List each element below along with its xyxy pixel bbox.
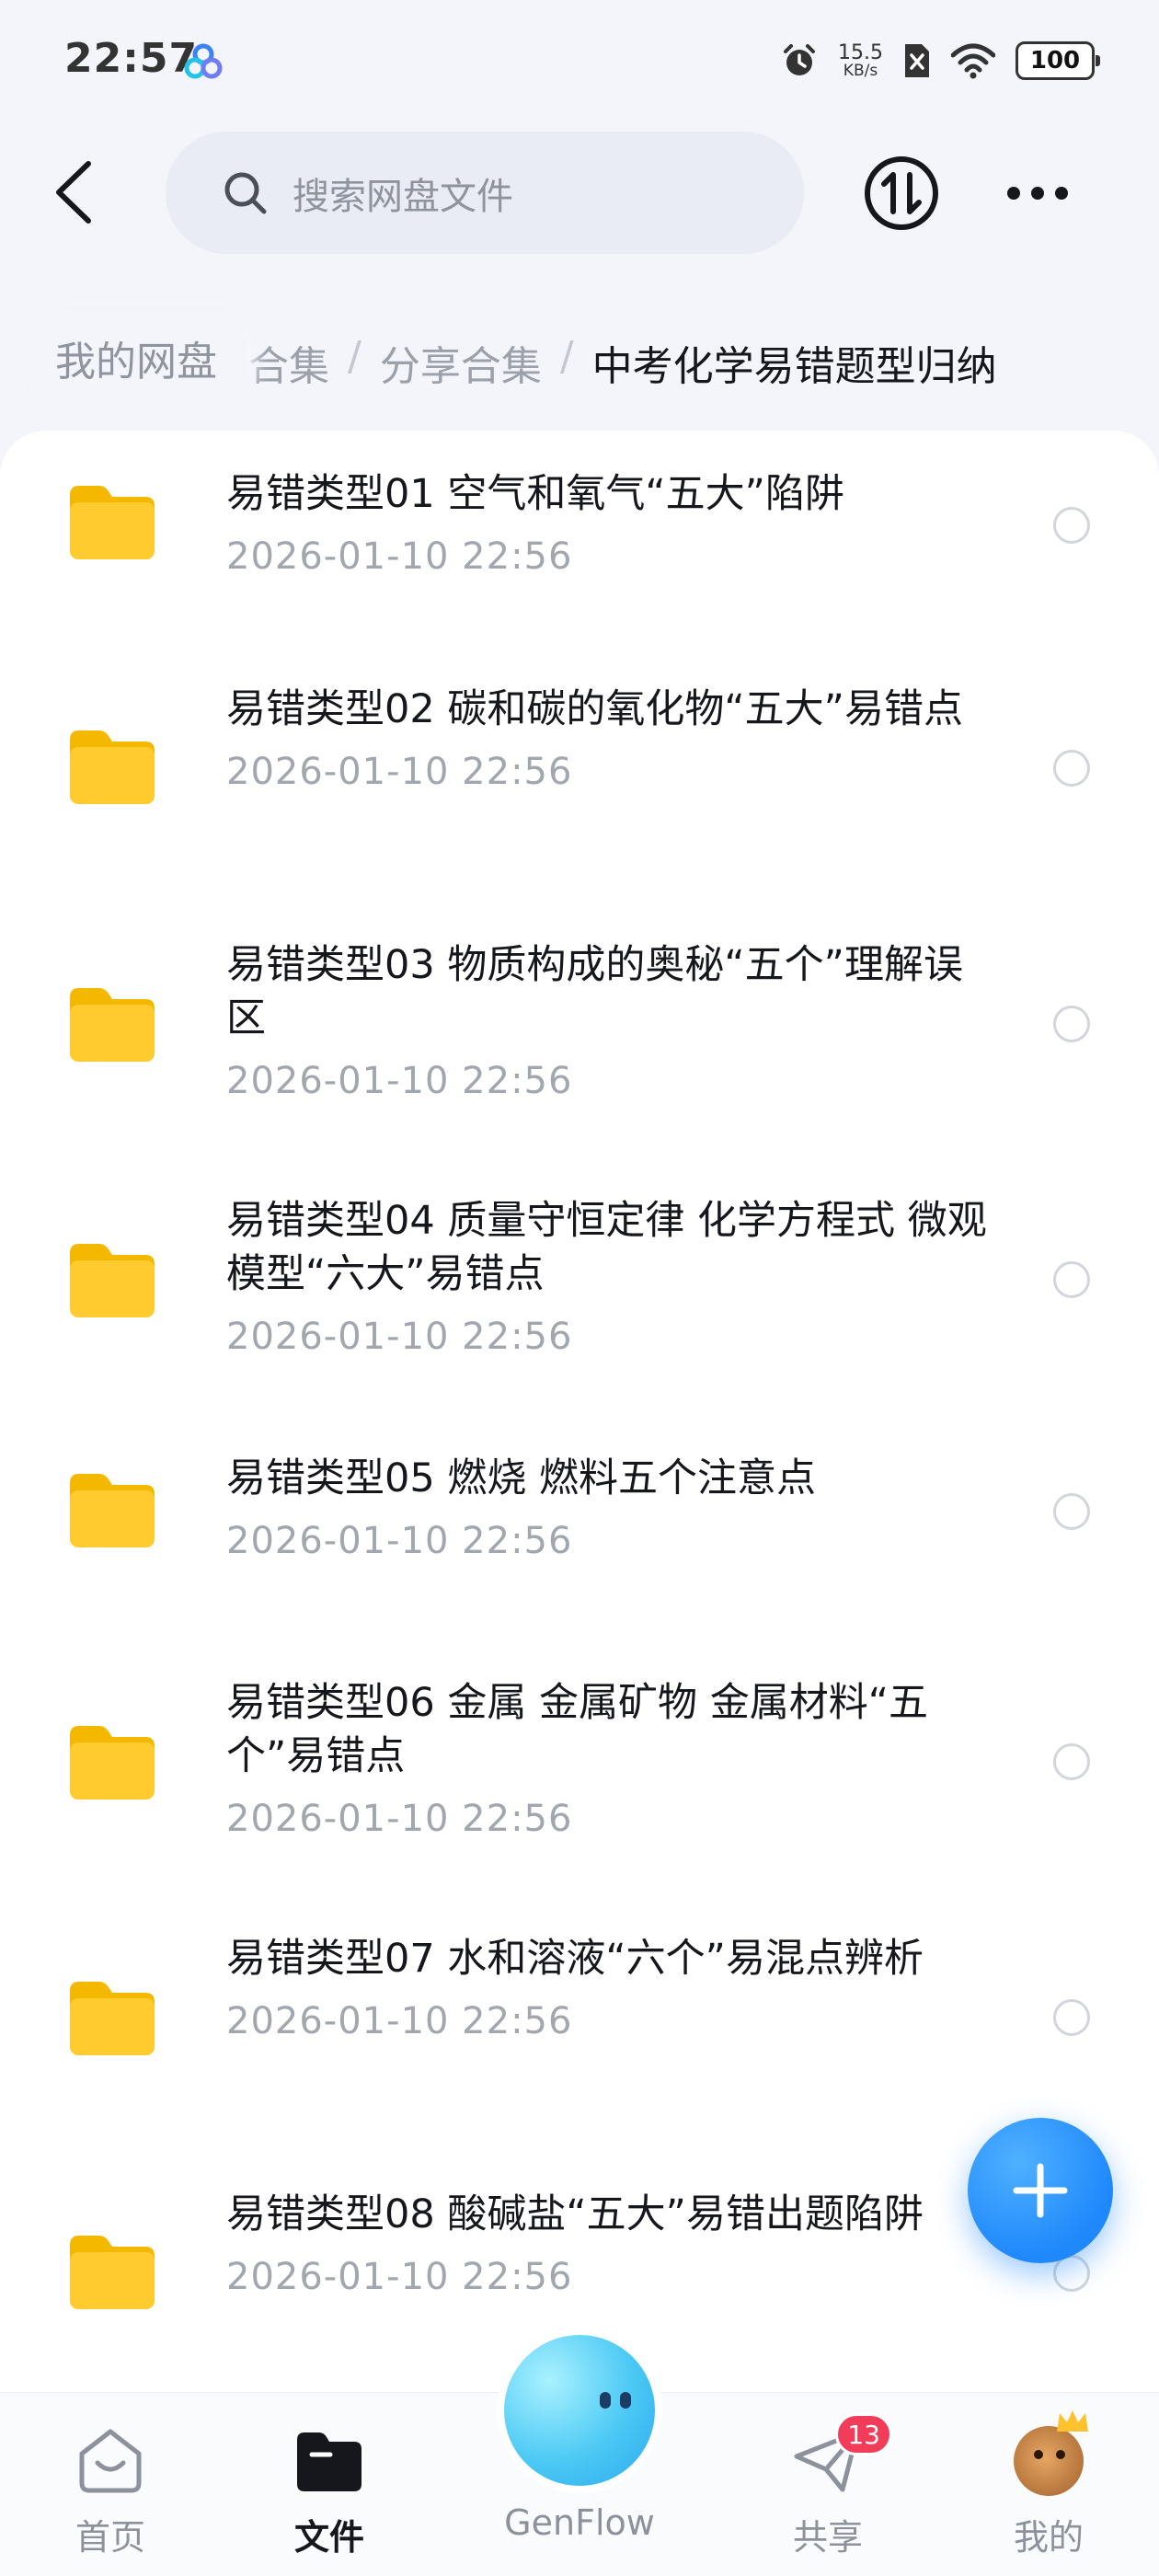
file-text: 易错类型04 质量守恒定律 化学方程式 微观模型“六大”易错点 2026-01-…: [226, 1194, 999, 1362]
nav-share-label: 共享: [792, 2517, 863, 2558]
sim-off-icon: [905, 44, 929, 77]
list-item[interactable]: 易错类型03 物质构成的奥秘“五个”理解误区 2026-01-10 22:56: [0, 931, 1159, 1187]
file-name: 易错类型05 燃烧 燃料五个注意点: [226, 1455, 817, 1501]
file-name: 易错类型02 碳和碳的氧化物“五大”易错点: [226, 686, 963, 732]
file-text: 易错类型08 酸碱盐“五大”易错出题陷阱 2026-01-10 22:56: [226, 2188, 999, 2302]
file-name: 易错类型03 物质构成的奥秘“五个”理解误区: [226, 942, 963, 1041]
folder-icon: [70, 1982, 155, 2055]
list-item[interactable]: 易错类型01 空气和氧气“五大”陷阱 2026-01-10 22:56: [0, 431, 1159, 675]
folder-icon: [70, 988, 155, 1062]
select-checkbox[interactable]: [1053, 1261, 1090, 1298]
send-icon: 13: [789, 2413, 892, 2500]
search-placeholder: 搜索网盘文件: [293, 175, 513, 218]
breadcrumb-separator: /: [348, 333, 361, 380]
file-date: 2026-01-10 22:56: [226, 2256, 573, 2298]
select-checkbox[interactable]: [1053, 1493, 1090, 1530]
search-icon: [224, 172, 267, 213]
list-item[interactable]: 易错类型05 燃烧 燃料五个注意点 2026-01-10 22:56: [0, 1443, 1159, 1676]
file-name: 易错类型06 金属 金属矿物 金属材料“五个”易错点: [226, 1680, 928, 1779]
crown-icon: [1057, 2410, 1088, 2432]
genflow-button[interactable]: [497, 2328, 662, 2493]
file-date: 2026-01-10 22:56: [226, 751, 573, 793]
file-text: 易错类型05 燃烧 燃料五个注意点 2026-01-10 22:56: [226, 1452, 999, 1566]
nav-share[interactable]: 13 共享: [745, 2393, 911, 2576]
select-checkbox[interactable]: [1053, 507, 1090, 544]
battery-level: 100: [1029, 47, 1081, 75]
nav-files[interactable]: 文件: [247, 2393, 412, 2576]
file-date: 2026-01-10 22:56: [226, 535, 573, 578]
avatar: [1014, 2410, 1088, 2496]
list-item[interactable]: 易错类型02 碳和碳的氧化物“五大”易错点 2026-01-10 22:56: [0, 675, 1159, 931]
file-date: 2026-01-10 22:56: [226, 1520, 573, 1562]
net-speed: 15.5 KB/s: [838, 40, 883, 80]
file-date: 2026-01-10 22:56: [226, 1316, 573, 1358]
file-date: 2026-01-10 22:56: [226, 1798, 573, 1840]
folder-icon: [70, 1244, 155, 1317]
nav-genflow-label: GenFlow: [504, 2502, 655, 2543]
nav-home-label: 首页: [75, 2517, 145, 2558]
folder-icon: [70, 1726, 155, 1800]
list-item[interactable]: 易错类型06 金属 金属矿物 金属材料“五个”易错点 2026-01-10 22…: [0, 1676, 1159, 1932]
folder-icon: [70, 486, 155, 559]
folder-icon: [70, 730, 155, 804]
net-speed-unit: KB/s: [843, 61, 878, 80]
select-checkbox[interactable]: [1053, 750, 1090, 787]
baidu-netdisk-icon: [184, 43, 223, 79]
share-badge: 13: [835, 2413, 892, 2455]
search-input[interactable]: 搜索网盘文件: [166, 132, 804, 254]
status-bar: 22:57 15.5 KB/s 100: [0, 0, 1159, 129]
file-name: 易错类型04 质量守恒定律 化学方程式 微观模型“六大”易错点: [226, 1198, 987, 1297]
transfer-icon[interactable]: [863, 155, 940, 232]
plus-icon: [1013, 2163, 1068, 2218]
breadcrumb-item[interactable]: 合集: [248, 333, 329, 392]
net-speed-value: 15.5: [838, 40, 883, 64]
home-icon: [72, 2422, 149, 2500]
file-name: 易错类型01 空气和氧气“五大”陷阱: [226, 471, 844, 517]
file-name: 易错类型08 酸碱盐“五大”易错出题陷阱: [226, 2191, 924, 2237]
breadcrumb-separator: /: [559, 333, 574, 380]
alarm-icon: [784, 44, 816, 75]
avatar-wrapper: [1010, 2410, 1088, 2500]
file-date: 2026-01-10 22:56: [226, 2000, 573, 2042]
file-text: 易错类型02 碳和碳的氧化物“五大”易错点 2026-01-10 22:56: [226, 683, 999, 797]
file-text: 易错类型06 金属 金属矿物 金属材料“五个”易错点 2026-01-10 22…: [226, 1676, 999, 1844]
folder-nav-icon: [291, 2422, 368, 2500]
chevron-left-icon: [56, 161, 91, 224]
breadcrumb: 合集 / 分享合集 / 中考化学易错题型归纳 我的网盘: [0, 307, 1159, 410]
select-checkbox[interactable]: [1053, 1006, 1090, 1042]
status-time: 22:57: [64, 35, 199, 82]
add-button[interactable]: [968, 2118, 1113, 2263]
wifi-icon: [951, 43, 995, 79]
status-icons: 15.5 KB/s 100: [781, 37, 1100, 85]
breadcrumb-trail: 合集 / 分享合集 / 中考化学易错题型归纳: [248, 333, 997, 392]
file-text: 易错类型03 物质构成的奥秘“五个”理解误区 2026-01-10 22:56: [226, 938, 999, 1106]
file-text: 易错类型01 空气和氧气“五大”陷阱 2026-01-10 22:56: [226, 467, 999, 581]
breadcrumb-item[interactable]: 分享合集: [380, 333, 542, 392]
more-icon[interactable]: [999, 171, 1076, 215]
file-date: 2026-01-10 22:56: [226, 1060, 573, 1102]
nav-mine[interactable]: 我的: [966, 2393, 1131, 2576]
battery-icon: 100: [1016, 41, 1100, 80]
genflow-mascot-icon: [504, 2335, 655, 2486]
file-text: 易错类型07 水和溶液“六个”易混点辨析 2026-01-10 22:56: [226, 1932, 999, 2046]
file-name: 易错类型07 水和溶液“六个”易混点辨析: [226, 1936, 924, 1982]
nav-home[interactable]: 首页: [28, 2393, 193, 2576]
folder-icon: [70, 1474, 155, 1547]
breadcrumb-root[interactable]: 我的网盘: [26, 318, 247, 397]
breadcrumb-current: 中考化学易错题型归纳: [591, 343, 997, 390]
nav-mine-label: 我的: [1013, 2517, 1084, 2558]
file-list: 易错类型01 空气和氧气“五大”陷阱 2026-01-10 22:56 易错类型…: [0, 431, 1159, 2399]
list-item[interactable]: 易错类型04 质量守恒定律 化学方程式 微观模型“六大”易错点 2026-01-…: [0, 1187, 1159, 1443]
folder-icon: [70, 2236, 155, 2309]
select-checkbox[interactable]: [1053, 1999, 1090, 2036]
select-checkbox[interactable]: [1053, 1743, 1090, 1780]
nav-files-label: 文件: [293, 2517, 364, 2558]
back-button[interactable]: [39, 153, 109, 232]
